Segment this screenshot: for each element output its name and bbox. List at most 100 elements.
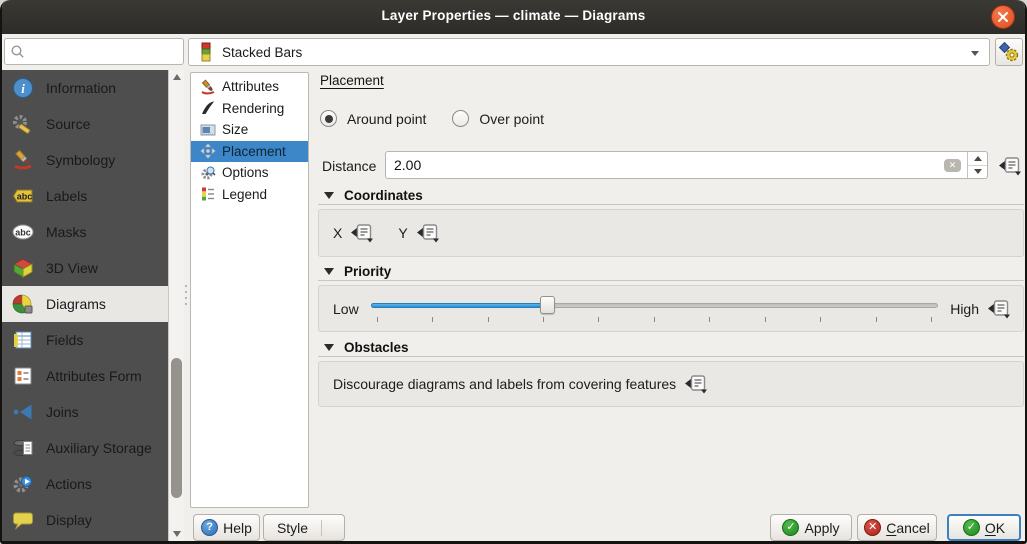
tab-size[interactable]: Size (191, 119, 308, 141)
priority-slider-fill (371, 303, 547, 308)
sidebar-item-label: Diagrams (46, 296, 106, 312)
search-input[interactable] (29, 44, 169, 59)
sidebar-item-auxiliary-storage[interactable]: Auxiliary Storage (2, 430, 168, 466)
ok-label: OK (985, 520, 1005, 536)
close-button[interactable] (991, 5, 1015, 29)
tab-placement[interactable]: Placement (191, 141, 308, 163)
placement-settings-gear-icon (998, 41, 1020, 63)
diagram-section-list: Attributes Rendering Size Placement (190, 72, 309, 508)
auxiliary-storage-icon (11, 436, 35, 460)
spin-up-icon[interactable] (968, 152, 987, 166)
joins-icon (11, 400, 35, 424)
tab-label: Attributes (222, 79, 279, 94)
ok-button[interactable]: ✓ OK (947, 514, 1021, 541)
splitter-handle[interactable] (185, 285, 188, 305)
tab-label: Rendering (222, 101, 284, 116)
sidebar-item-label: Display (46, 512, 92, 528)
tab-rendering[interactable]: Rendering (191, 98, 308, 120)
sidebar-item-label: Joins (46, 404, 79, 420)
over-point-radio[interactable] (452, 110, 469, 127)
scroll-down-icon[interactable] (173, 531, 181, 537)
size-icon (199, 121, 216, 138)
collapse-triangle-icon[interactable] (324, 192, 334, 199)
sidebar-item-label: 3D View (46, 260, 98, 276)
coordinates-panel: X Y (318, 209, 1024, 257)
diagrams-icon (11, 292, 35, 316)
sidebar-scrollbar-thumb[interactable] (171, 358, 182, 498)
sidebar-item-diagrams[interactable]: Diagrams (2, 286, 168, 322)
data-defined-override-icon (998, 156, 1022, 176)
sidebar-item-joins[interactable]: Joins (2, 394, 168, 430)
automated-placement-settings-button[interactable] (995, 38, 1023, 66)
distance-value[interactable]: 2.00 (386, 157, 944, 173)
distance-override-button[interactable] (998, 156, 1024, 176)
ok-check-icon: ✓ (963, 519, 980, 536)
legend-icon (199, 186, 216, 203)
sidebar-item-label: Actions (46, 476, 92, 492)
sidebar-item-symbology[interactable]: Symbology (2, 142, 168, 178)
style-button[interactable]: Style (263, 514, 345, 541)
sidebar-search[interactable] (4, 38, 184, 65)
button-divider (321, 520, 322, 536)
source-icon (11, 112, 35, 136)
fields-icon (11, 328, 35, 352)
sidebar-item-label: Information (46, 80, 116, 96)
obstacles-text: Discourage diagrams and labels from cove… (333, 376, 676, 392)
sidebar-item-attributes-form[interactable]: Attributes Form (2, 358, 168, 394)
search-icon (10, 44, 25, 59)
sidebar-item-actions[interactable]: Actions (2, 466, 168, 502)
sidebar-item-labels[interactable]: abc Labels (2, 178, 168, 214)
title-bar[interactable]: Layer Properties — climate — Diagrams (2, 0, 1025, 34)
help-button[interactable]: ? Help (193, 514, 260, 541)
sidebar-item-masks[interactable]: abc Masks (2, 214, 168, 250)
rendering-icon (199, 100, 216, 117)
spin-arrows[interactable] (967, 152, 987, 178)
around-point-radio[interactable] (320, 110, 337, 127)
sidebar-item-fields[interactable]: Fields (2, 322, 168, 358)
collapse-triangle-icon[interactable] (324, 268, 334, 275)
sidebar-scrollbar[interactable] (168, 70, 184, 541)
tab-label: Legend (222, 187, 267, 202)
sidebar-item-display[interactable]: Display (2, 502, 168, 538)
priority-group-header[interactable]: Priority (318, 262, 1024, 281)
page-title: Placement (320, 73, 384, 88)
coordinates-group-header[interactable]: Coordinates (318, 186, 1024, 205)
tab-legend[interactable]: Legend (191, 184, 308, 206)
obstacles-title: Obstacles (344, 340, 409, 355)
apply-button[interactable]: ✓ Apply (770, 514, 852, 541)
cancel-button[interactable]: ✕ Cancel (857, 514, 937, 541)
collapse-triangle-icon[interactable] (324, 344, 334, 351)
tab-options[interactable]: Options (191, 162, 308, 184)
sidebar-item-source[interactable]: Source (2, 106, 168, 142)
priority-override-button[interactable] (987, 299, 1013, 319)
sidebar-item-3d-view[interactable]: 3D View (2, 250, 168, 286)
spin-down-icon[interactable] (968, 166, 987, 179)
help-label: Help (223, 520, 252, 536)
3d-view-icon (11, 256, 35, 280)
tab-attributes[interactable]: Attributes (191, 76, 308, 98)
over-point-label: Over point (479, 111, 544, 127)
attributes-icon (199, 78, 216, 95)
obstacles-override-button[interactable] (684, 374, 710, 394)
window-title: Layer Properties — climate — Diagrams (2, 8, 1025, 23)
obstacles-group-header[interactable]: Obstacles (318, 338, 1024, 357)
sidebar-item-information[interactable]: i Information (2, 70, 168, 106)
y-override-button[interactable] (416, 223, 442, 243)
priority-slider-handle[interactable] (540, 296, 555, 314)
svg-text:i: i (21, 81, 25, 96)
x-override-button[interactable] (350, 223, 376, 243)
display-icon (11, 508, 35, 532)
scroll-up-icon[interactable] (173, 74, 181, 80)
clear-field-icon[interactable]: ✕ (944, 159, 961, 172)
sidebar-item-label: Masks (46, 224, 86, 240)
attributes-form-icon (11, 364, 35, 388)
labels-icon: abc (11, 184, 35, 208)
apply-label: Apply (804, 520, 839, 536)
data-defined-override-icon (350, 223, 374, 243)
diagram-type-combobox[interactable]: Stacked Bars (188, 38, 990, 66)
priority-slider[interactable] (371, 296, 939, 322)
placement-icon (199, 143, 216, 160)
tab-label: Placement (222, 144, 286, 159)
data-defined-override-icon (987, 299, 1011, 319)
distance-spinbox[interactable]: 2.00 ✕ (385, 151, 988, 179)
